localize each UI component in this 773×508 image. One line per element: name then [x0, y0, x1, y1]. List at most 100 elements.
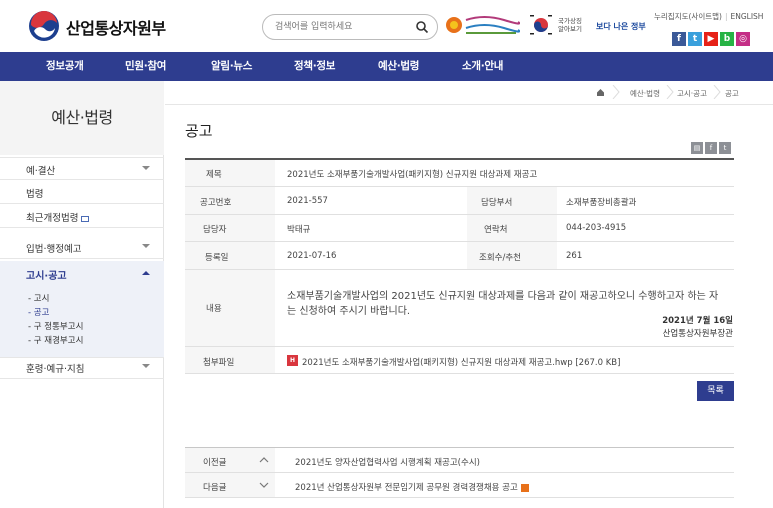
- prev-post-link[interactable]: 2021년도 양자산업협력사업 시행계획 재공고(수시): [295, 456, 480, 468]
- english-link[interactable]: ENGLISH: [730, 12, 763, 21]
- next-post-link[interactable]: 2021년 산업통상자원부 전문임기제 공무원 경력경쟁채용 공고: [295, 481, 529, 493]
- facebook-share-icon[interactable]: f: [705, 142, 717, 154]
- breadcrumb-separator-icon: [713, 85, 721, 99]
- facebook-icon[interactable]: f: [672, 32, 686, 46]
- breadcrumb-budget[interactable]: 예산·법령: [630, 88, 660, 99]
- lnb-sub-old-mic[interactable]: - 구 정통부고시: [28, 320, 83, 332]
- twitter-share-icon[interactable]: t: [719, 142, 731, 154]
- search-icon[interactable]: [415, 20, 429, 34]
- lnb-item-label: 훈령·예규·지침: [26, 364, 85, 375]
- sign-org: 산업통상자원부장관: [662, 329, 733, 339]
- lnb-title: 예산·법령: [51, 108, 113, 127]
- chevron-down-icon: [142, 244, 150, 248]
- taegeuk-icon: [530, 15, 552, 35]
- better-government-banner[interactable]: 보다 나은 정부: [592, 12, 652, 40]
- notice-no-label: 공고번호: [200, 198, 232, 208]
- row-divider: [185, 241, 734, 242]
- person-label: 담당자: [203, 225, 227, 235]
- search-box: [262, 14, 438, 40]
- youtube-icon[interactable]: ▶: [704, 32, 718, 46]
- content-label: 내용: [206, 304, 222, 314]
- breadcrumb-separator-icon: [666, 85, 674, 99]
- date-value: 2021-07-16: [287, 251, 337, 261]
- breadcrumb-separator-icon: [612, 85, 620, 99]
- list-button[interactable]: 목록: [697, 381, 734, 401]
- lnb-item-budget[interactable]: 예·결산: [0, 157, 164, 180]
- th-background: [467, 215, 557, 241]
- notice-no: 2021-557: [287, 196, 328, 206]
- gnb-item-policy[interactable]: 정책·정보: [294, 52, 335, 81]
- lnb-sub-gonggo[interactable]: - 공고: [28, 306, 49, 318]
- row-divider: [185, 497, 734, 498]
- utility-links: 누리집지도(사이트맵) | ENGLISH: [654, 12, 764, 21]
- row-divider: [185, 346, 734, 347]
- government-logo-icon[interactable]: [28, 10, 60, 42]
- row-divider: [185, 214, 734, 215]
- notice-content: 소재부품기술개발사업의 2021년도 신규지원 대상과제를 다음과 같이 재공고…: [287, 291, 719, 317]
- lnb-item-text: 최근개정법령: [26, 213, 79, 224]
- next-label: 다음글: [203, 483, 227, 493]
- lnb-item-label: 고시·공고: [26, 271, 67, 282]
- file-label: 첨부파일: [203, 358, 235, 368]
- chevron-down-icon: [142, 166, 150, 170]
- dept-label: 담당부서: [481, 198, 513, 208]
- title-label: 제목: [206, 170, 222, 180]
- breadcrumb-notice[interactable]: 고시·공고: [677, 88, 707, 99]
- lnb-item-law[interactable]: 법령: [0, 181, 164, 204]
- lnb-item-label: 예·결산: [26, 166, 56, 177]
- lnb-sub-gosi[interactable]: - 고시: [28, 292, 49, 304]
- page-title: 공고: [185, 122, 213, 140]
- date-label: 등록일: [205, 253, 229, 263]
- sitemap-link[interactable]: 누리집지도(사이트맵): [654, 12, 722, 21]
- contact-value: 044-203-4915: [566, 223, 627, 233]
- chevron-down-icon: [259, 482, 269, 488]
- national-symbol-text: 국가상징 알아보기: [558, 17, 582, 33]
- gnb-item-budget[interactable]: 예산·법령: [378, 52, 419, 81]
- sns-links: f t ▶ b ◎: [672, 26, 752, 46]
- lnb-item-label: 입법·행정예고: [26, 244, 82, 255]
- gnb-item-info[interactable]: 정보공개: [46, 52, 84, 81]
- file-link[interactable]: 2021년도 소재부품기술개발사업(패키지형) 신규지원 대상과제 재공고.hw…: [302, 356, 620, 368]
- search-input[interactable]: [275, 19, 405, 35]
- new-badge-icon: [520, 483, 529, 492]
- row-divider: [185, 373, 734, 374]
- notice-title: 2021년도 소재부품기술개발사업(패키지형) 신규지원 대상과제 재공고: [287, 170, 538, 180]
- gnb-item-about[interactable]: 소개·안내: [462, 52, 503, 81]
- lnb-item-directive[interactable]: 훈령·예규·지침: [0, 356, 164, 379]
- views-value: 261: [566, 251, 583, 261]
- th-background: [185, 215, 275, 241]
- th-background: [185, 270, 275, 346]
- lnb-item-legislation[interactable]: 입법·행정예고: [0, 236, 164, 259]
- home-icon[interactable]: [596, 88, 605, 97]
- contact-label: 연락처: [484, 225, 508, 235]
- main-navigation: 정보공개 민원·참여 알림·뉴스 정책·정보 예산·법령 소개·안내: [0, 52, 773, 81]
- next-post-text: 2021년 산업통상자원부 전문임기제 공무원 경력경쟁채용 공고: [295, 483, 518, 493]
- th-background: [185, 242, 275, 269]
- chevron-up-icon: [142, 271, 150, 275]
- site-logo-text[interactable]: 산업통상자원부: [66, 15, 166, 39]
- twitter-icon[interactable]: t: [688, 32, 702, 46]
- prev-label: 이전글: [203, 458, 227, 468]
- breadcrumb-current: 공고: [725, 89, 739, 98]
- lnb-sub-old-mofe[interactable]: - 구 재경부고시: [28, 334, 83, 346]
- th-background: [185, 160, 275, 186]
- national-symbol-banner[interactable]: 국가상징 알아보기: [528, 12, 582, 40]
- person-value: 박태규: [287, 225, 311, 235]
- blog-icon[interactable]: b: [720, 32, 734, 46]
- row-divider: [185, 186, 734, 187]
- better-government-text: 보다 나은 정부: [596, 22, 646, 31]
- print-icon[interactable]: ▤: [691, 142, 703, 154]
- views-label: 조회수/추천: [479, 253, 521, 263]
- new-window-icon: [81, 215, 90, 222]
- instagram-icon[interactable]: ◎: [736, 32, 750, 46]
- chevron-down-icon: [142, 364, 150, 368]
- lnb-item-label: 법령: [26, 189, 44, 200]
- gnb-item-civil[interactable]: 민원·참여: [125, 52, 166, 81]
- lnb-item-recent-law[interactable]: 최근개정법령: [0, 205, 164, 228]
- site-header: 산업통상자원부 국가상징 알아보기 보다 나은 정부 누리집지도(사이트맵)|E…: [0, 0, 773, 50]
- chevron-up-icon: [259, 457, 269, 463]
- sign-date: 2021년 7월 16일: [662, 316, 733, 326]
- campaign-banner-image[interactable]: [444, 10, 520, 40]
- gnb-item-news[interactable]: 알림·뉴스: [211, 52, 252, 81]
- dept-value: 소재부품장비총괄과: [566, 198, 637, 208]
